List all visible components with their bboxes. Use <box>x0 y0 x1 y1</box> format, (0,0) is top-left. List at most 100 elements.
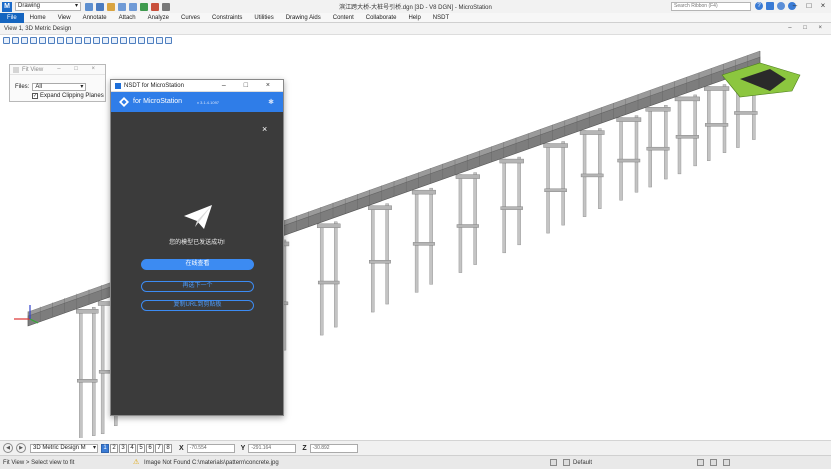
tab-attach[interactable]: Attach <box>113 13 142 23</box>
files-select[interactable]: All <box>32 83 87 91</box>
nsdt-settings-icon[interactable]: ✱ <box>268 98 274 106</box>
view-3-button[interactable]: 3 <box>119 443 127 453</box>
copy-url-button[interactable]: 复制URL到剪贴板 <box>141 300 254 311</box>
level-icon[interactable] <box>563 459 570 466</box>
print-icon[interactable] <box>162 2 170 11</box>
pier-cap <box>368 205 392 210</box>
pier-column <box>664 105 668 180</box>
fit-view-header: Fit View – □ × <box>10 65 105 75</box>
settings-icon[interactable] <box>107 2 115 11</box>
view-configuration-select[interactable]: 3D Metric Design M <box>30 443 98 453</box>
nsdt-product-name: for MicroStation <box>133 98 183 105</box>
tab-content[interactable]: Content <box>327 13 360 23</box>
warning-icon[interactable]: ⚠ <box>133 459 141 467</box>
tab-nsdt[interactable]: NSDT <box>427 13 455 23</box>
section-icon[interactable] <box>138 36 145 44</box>
grid-icon[interactable] <box>697 459 704 466</box>
pier-column <box>319 223 324 336</box>
toggle-camera-icon[interactable] <box>102 36 109 44</box>
zoom-in-icon[interactable] <box>30 36 37 44</box>
fit-view-icon <box>13 67 19 73</box>
status-message[interactable]: Image Not Found C:\materials\pattern\con… <box>144 460 544 466</box>
view-attributes-icon[interactable] <box>3 36 10 44</box>
previous-view-icon[interactable]: ◀ <box>3 443 13 453</box>
tab-view[interactable]: View <box>52 13 77 23</box>
nsdt-quick-icon[interactable] <box>151 2 159 11</box>
view-2-button[interactable]: 2 <box>110 443 118 453</box>
view-1-button[interactable]: 1 <box>101 443 109 453</box>
ribbon-tabs: File Home View Annotate Attach Analyze Curves C… <box>0 12 831 23</box>
nsdt-close-icon[interactable]: × <box>262 124 267 134</box>
window-area-icon[interactable] <box>48 36 55 44</box>
accudraw-icon[interactable] <box>723 459 730 466</box>
nsdt-window-controls[interactable]: – □ × <box>222 82 278 89</box>
view-7-button[interactable]: 7 <box>155 443 163 453</box>
walk-icon[interactable] <box>156 36 163 44</box>
select-next-button[interactable]: 再选下一个 <box>141 281 254 292</box>
snap-icon[interactable] <box>710 459 717 466</box>
save-icon[interactable] <box>96 2 104 11</box>
z-value-field[interactable]: -30.892 <box>309 443 358 453</box>
view-settings-icon[interactable] <box>165 36 172 44</box>
tab-home[interactable]: Home <box>24 13 52 23</box>
microstation-logo-icon[interactable]: M <box>2 1 12 12</box>
view-8-button[interactable]: 8 <box>164 443 172 453</box>
paper-plane-icon <box>184 205 212 229</box>
fit-view-dialog: Fit View – □ × Files: All ✓ Expand Clipp… <box>9 64 106 102</box>
active-level[interactable]: Default <box>573 460 691 466</box>
pier-cap <box>674 96 700 102</box>
view-6-button[interactable]: 6 <box>146 443 154 453</box>
pier-cap <box>411 189 436 195</box>
tab-utilities[interactable]: Utilities <box>248 13 279 23</box>
view-4-button[interactable]: 4 <box>128 443 136 453</box>
close-window-button[interactable]: × <box>818 1 828 10</box>
nsdt-dialog: NSDT for MicroStation – □ × for MicroSta… <box>110 79 284 416</box>
fit-view-window-controls[interactable]: – □ × <box>57 66 101 72</box>
pan-view-icon[interactable] <box>75 36 82 44</box>
tab-drawing-aids[interactable]: Drawing Aids <box>280 13 327 23</box>
rotate-view-icon[interactable] <box>66 36 73 44</box>
view-rotation-icon[interactable] <box>147 36 154 44</box>
tab-analyze[interactable]: Analyze <box>142 13 175 23</box>
x-value-field[interactable]: -70.554 <box>186 443 235 453</box>
view-toolbar <box>0 35 172 45</box>
expand-clipping-checkbox[interactable]: ✓ <box>32 93 38 99</box>
user-avatar-icon[interactable] <box>777 2 785 10</box>
view-5-button[interactable]: 5 <box>137 443 145 453</box>
saved-views-icon[interactable] <box>129 36 136 44</box>
notification-icon[interactable] <box>766 2 774 10</box>
tab-annotate[interactable]: Annotate <box>77 13 113 23</box>
tab-file[interactable]: File <box>0 12 24 23</box>
pier-column <box>722 84 727 153</box>
view-window-controls[interactable]: – □ × <box>788 25 827 31</box>
pier-tie-beam <box>580 173 604 178</box>
element-selection-icon[interactable] <box>140 2 148 11</box>
maximize-button[interactable]: □ <box>804 1 814 10</box>
tab-help[interactable]: Help <box>402 13 426 23</box>
zoom-out-icon[interactable] <box>39 36 46 44</box>
view-next-icon[interactable] <box>93 36 100 44</box>
ribbon-search-input[interactable]: Search Ribbon (F4) <box>671 2 751 11</box>
next-view-icon[interactable]: ▶ <box>16 443 26 453</box>
y-value-field[interactable]: -291.164 <box>248 443 297 453</box>
tab-collaborate[interactable]: Collaborate <box>360 13 403 23</box>
open-icon[interactable] <box>85 2 93 11</box>
clip-volume-icon[interactable] <box>111 36 118 44</box>
tab-constraints[interactable]: Constraints <box>206 13 248 23</box>
view-online-button[interactable]: 在线查看 <box>141 259 254 270</box>
fit-view-icon[interactable] <box>57 36 64 44</box>
redo-icon[interactable] <box>129 2 137 11</box>
view-title-bar: View 1, 3D Metric Design – □ × <box>0 23 831 35</box>
clip-mask-icon[interactable] <box>120 36 127 44</box>
undo-icon[interactable] <box>118 2 126 11</box>
tab-curves[interactable]: Curves <box>175 13 206 23</box>
pier-column <box>693 94 697 167</box>
z-label: Z <box>302 444 307 452</box>
update-view-icon[interactable] <box>21 36 28 44</box>
lock-icon[interactable] <box>550 459 557 466</box>
minimize-button[interactable]: – <box>790 1 800 10</box>
display-style-icon[interactable] <box>12 36 19 44</box>
help-icon[interactable]: ? <box>755 2 763 10</box>
view-previous-icon[interactable] <box>84 36 91 44</box>
workflow-select[interactable]: Drawing <box>15 2 81 11</box>
